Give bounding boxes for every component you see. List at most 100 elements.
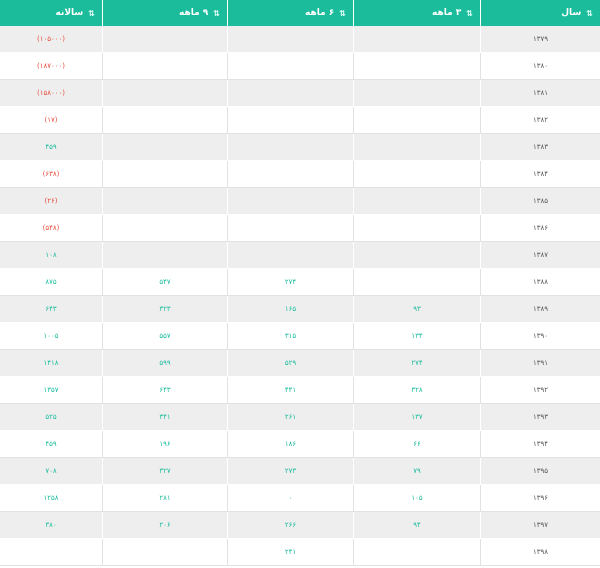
9-month-cell: [102, 242, 227, 269]
table-row: ۱۳۷۹ (۱۰۵۰۰۰): [0, 26, 600, 53]
year-cell: ۱۳۹۳: [480, 404, 600, 431]
annual-cell: ۶۴۳: [0, 296, 102, 323]
3-month-cell: [353, 188, 480, 215]
table-row: ۱۳۹۶ ۱۰۵ ۰ ۲۸۱ ۱۲۵۸: [0, 485, 600, 512]
3-month-cell: [353, 53, 480, 80]
6-month-cell: ۲۶۶: [227, 512, 353, 539]
year-cell: ۱۳۹۸: [480, 539, 600, 566]
9-month-cell: [102, 539, 227, 566]
9-month-cell: ۳۲۷: [102, 458, 227, 485]
6-month-cell: [227, 53, 353, 80]
year-cell: ۱۳۸۳: [480, 134, 600, 161]
sort-icon[interactable]: ⇅: [339, 9, 346, 18]
year-cell: ۱۳۹۵: [480, 458, 600, 485]
6-month-cell: ۰: [227, 485, 353, 512]
year-cell: ۱۳۸۶: [480, 215, 600, 242]
3-month-cell: ۱۳۴: [353, 323, 480, 350]
column-header-6-month[interactable]: ⇅ ۶ ماهه: [227, 0, 353, 26]
table-row: ۱۳۸۷ ۱۰۸: [0, 242, 600, 269]
3-month-cell: [353, 134, 480, 161]
3-month-cell: ۹۳: [353, 296, 480, 323]
table-row: ۱۳۹۵ ۷۹ ۲۷۳ ۳۲۷ ۷۰۸: [0, 458, 600, 485]
6-month-cell: ۳۱۵: [227, 323, 353, 350]
9-month-cell: ۳۲۳: [102, 296, 227, 323]
year-cell: ۱۳۹۰: [480, 323, 600, 350]
6-month-cell: [227, 134, 353, 161]
3-month-cell: [353, 26, 480, 53]
6-month-cell: ۵۲۹: [227, 350, 353, 377]
9-month-cell: ۵۴۷: [102, 269, 227, 296]
year-cell: ۱۳۸۲: [480, 107, 600, 134]
year-cell: ۱۳۸۱: [480, 80, 600, 107]
9-month-cell: ۳۴۱: [102, 404, 227, 431]
annual-cell: ۵۲۵: [0, 404, 102, 431]
year-cell: ۱۳۹۶: [480, 485, 600, 512]
column-header-year[interactable]: ⇅ سال: [480, 0, 600, 26]
annual-cell: ۱۳۵۷: [0, 377, 102, 404]
6-month-cell: ۲۶۱: [227, 404, 353, 431]
sort-icon[interactable]: ⇅: [466, 9, 473, 18]
table-row: ۱۳۸۲ (۱۷): [0, 107, 600, 134]
9-month-cell: [102, 107, 227, 134]
9-month-cell: ۵۹۹: [102, 350, 227, 377]
6-month-cell: [227, 26, 353, 53]
9-month-cell: ۱۹۶: [102, 431, 227, 458]
annual-cell: ۴۵۹: [0, 134, 102, 161]
column-header-3-month[interactable]: ⇅ ۳ ماهه: [353, 0, 480, 26]
annual-cell: ۱۰۰۵: [0, 323, 102, 350]
9-month-cell: [102, 53, 227, 80]
annual-cell: ۷۰۸: [0, 458, 102, 485]
table-row: ۱۳۹۴ ۶۶ ۱۸۶ ۱۹۶ ۴۵۹: [0, 431, 600, 458]
3-month-cell: [353, 107, 480, 134]
sort-icon[interactable]: ⇅: [586, 9, 593, 18]
sort-icon[interactable]: ⇅: [213, 9, 220, 18]
6-month-cell: [227, 242, 353, 269]
year-cell: ۱۳۸۵: [480, 188, 600, 215]
9-month-cell: [102, 215, 227, 242]
sort-icon[interactable]: ⇅: [88, 9, 95, 18]
year-cell: ۱۳۸۷: [480, 242, 600, 269]
table-row: ۱۳۸۶ (۵۴۸): [0, 215, 600, 242]
year-cell: ۱۳۹۴: [480, 431, 600, 458]
6-month-cell: ۱۸۶: [227, 431, 353, 458]
3-month-cell: [353, 269, 480, 296]
year-cell: ۱۳۹۱: [480, 350, 600, 377]
3-month-cell: [353, 215, 480, 242]
annual-cell: ۴۵۹: [0, 431, 102, 458]
table-row: ۱۳۹۰ ۱۳۴ ۳۱۵ ۵۵۷ ۱۰۰۵: [0, 323, 600, 350]
year-cell: ۱۳۹۲: [480, 377, 600, 404]
table-row: ۱۳۸۵ (۲۶): [0, 188, 600, 215]
annual-cell: ۳۸۰: [0, 512, 102, 539]
6-month-cell: ۲۴۱: [227, 539, 353, 566]
table-header: ⇅ سال ⇅ ۳ ماهه ⇅ ۶ ماهه ⇅ ۹ ماهه ⇅ سالان…: [0, 0, 600, 26]
6-month-cell: [227, 107, 353, 134]
year-cell: ۱۳۸۰: [480, 53, 600, 80]
9-month-cell: [102, 188, 227, 215]
9-month-cell: ۲۰۶: [102, 512, 227, 539]
year-cell: ۱۳۸۴: [480, 161, 600, 188]
6-month-cell: ۲۷۳: [227, 458, 353, 485]
year-cell: ۱۳۸۹: [480, 296, 600, 323]
9-month-cell: ۲۸۱: [102, 485, 227, 512]
annual-cell: (۱۸۷۰۰۰): [0, 53, 102, 80]
table-row: ۱۳۸۴ (۶۳۸): [0, 161, 600, 188]
6-month-cell: ۲۷۴: [227, 269, 353, 296]
3-month-cell: ۱۳۷: [353, 404, 480, 431]
6-month-cell: ۱۶۵: [227, 296, 353, 323]
3-month-cell: ۶۶: [353, 431, 480, 458]
column-header-annual[interactable]: ⇅ سالانه: [0, 0, 102, 26]
annual-cell: [0, 539, 102, 566]
3-month-cell: ۷۹: [353, 458, 480, 485]
table-row: ۱۳۹۸ ۲۴۱: [0, 539, 600, 566]
9-month-cell: [102, 161, 227, 188]
6-month-cell: [227, 188, 353, 215]
year-cell: ۱۳۹۷: [480, 512, 600, 539]
annual-cell: ۱۰۸: [0, 242, 102, 269]
annual-cell: (۱۰۵۰۰۰): [0, 26, 102, 53]
annual-cell: (۶۳۸): [0, 161, 102, 188]
3-month-cell: [353, 161, 480, 188]
6-month-cell: [227, 161, 353, 188]
9-month-cell: [102, 134, 227, 161]
3-month-cell: ۲۷۴: [353, 350, 480, 377]
column-header-9-month[interactable]: ⇅ ۹ ماهه: [102, 0, 227, 26]
